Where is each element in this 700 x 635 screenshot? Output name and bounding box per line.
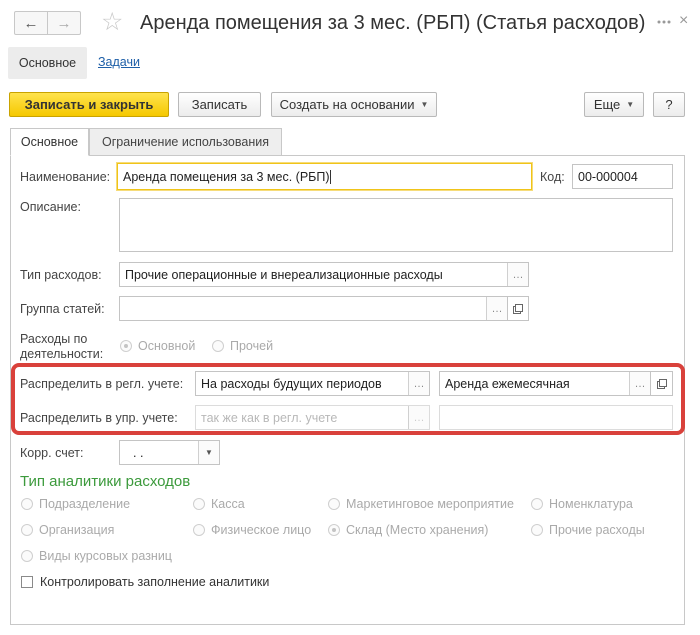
text-cursor xyxy=(329,169,331,184)
radio-icon xyxy=(193,498,205,510)
select-ellipsis-icon[interactable]: … xyxy=(408,406,429,429)
corr-account-label: Корр. счет: xyxy=(20,446,84,460)
radio-icon xyxy=(328,498,340,510)
activity-other-radio[interactable]: Прочей xyxy=(212,339,273,353)
tab-main-section[interactable]: Основное xyxy=(8,47,87,79)
code-value: 00-000004 xyxy=(578,169,638,184)
page-title: Аренда помещения за 3 мес. (РБП) (Статья… xyxy=(140,12,646,34)
tab-usage-restrictions[interactable]: Ограничение использования xyxy=(89,128,282,156)
distribute-mgmt-label: Распределить в упр. учете: xyxy=(20,411,178,425)
analytics-option-label: Склад (Место хранения) xyxy=(346,523,489,537)
analytics-option[interactable]: Организация xyxy=(21,523,114,537)
activity-other-label: Прочей xyxy=(230,339,274,353)
name-input[interactable]: Аренда помещения за 3 мес. (РБП) xyxy=(117,163,532,190)
more-label: Еще xyxy=(593,97,621,112)
control-analytics-checkbox[interactable]: Контролировать заполнение аналитики xyxy=(21,575,269,589)
dropdown-arrow-icon: ▼ xyxy=(626,100,635,109)
activity-label-line1: Расходы по xyxy=(20,332,88,346)
code-input[interactable]: 00-000004 xyxy=(572,164,673,189)
code-label: Код: xyxy=(540,170,565,184)
forward-arrow-icon: → xyxy=(56,14,72,32)
open-icon[interactable] xyxy=(508,296,529,321)
corr-account-select[interactable]: . . ▼ xyxy=(119,440,220,465)
analytics-title: Тип аналитики расходов xyxy=(20,473,191,490)
control-analytics-label: Контролировать заполнение аналитики xyxy=(40,575,270,589)
tab-main[interactable]: Основное xyxy=(10,128,89,156)
dropdown-arrow-icon: ▼ xyxy=(420,100,429,109)
analytics-option-label: Прочие расходы xyxy=(549,523,645,537)
dropdown-arrow-icon[interactable]: ▼ xyxy=(198,441,219,464)
select-ellipsis-icon[interactable]: … xyxy=(507,263,528,286)
create-based-on-button[interactable]: Создать на основании ▼ xyxy=(271,92,437,117)
analytics-option[interactable]: Физическое лицо xyxy=(193,523,311,537)
close-icon[interactable]: × xyxy=(679,12,688,30)
distribute-reg-input[interactable]: На расходы будущих периодов … xyxy=(195,371,430,396)
analytics-option[interactable]: Касса xyxy=(193,497,245,511)
tab-tasks-link[interactable]: Задачи xyxy=(98,55,140,69)
save-and-close-button[interactable]: Записать и закрыть xyxy=(9,92,169,117)
radio-icon xyxy=(212,340,224,352)
analytics-option-label: Маркетинговое мероприятие xyxy=(346,497,514,511)
analytics-option[interactable]: Прочие расходы xyxy=(531,523,645,537)
activity-label-line2: деятельности: xyxy=(20,347,104,361)
select-ellipsis-icon[interactable]: … xyxy=(629,372,650,395)
activity-label: Расходы по деятельности: xyxy=(20,332,103,362)
distribute-mgmt-input[interactable]: так же как в регл. учете … xyxy=(195,405,430,430)
checkbox-icon xyxy=(21,576,33,588)
more-button[interactable]: Еще ▼ xyxy=(584,92,644,117)
activity-main-radio[interactable]: Основной xyxy=(120,339,195,353)
analytics-option-label: Организация xyxy=(39,523,115,537)
analytics-option[interactable]: Подразделение xyxy=(21,497,130,511)
analytics-option-label: Физическое лицо xyxy=(211,523,312,537)
analytics-option[interactable]: Маркетинговое мероприятие xyxy=(328,497,514,511)
forward-button[interactable]: → xyxy=(47,11,81,35)
activity-main-label: Основной xyxy=(138,339,196,353)
create-based-on-label: Создать на основании xyxy=(279,97,415,112)
radio-selected-icon xyxy=(328,524,340,536)
select-ellipsis-icon[interactable]: … xyxy=(408,372,429,395)
group-label: Группа статей: xyxy=(20,302,105,316)
description-label: Описание: xyxy=(20,200,81,214)
corr-account-value: . . xyxy=(133,445,144,460)
distribute-reg-value: На расходы будущих периодов xyxy=(201,376,382,391)
name-value: Аренда помещения за 3 мес. (РБП) xyxy=(123,169,330,184)
select-ellipsis-icon[interactable]: … xyxy=(486,297,507,320)
analytics-option-label: Виды курсовых разниц xyxy=(39,549,172,563)
radio-icon xyxy=(21,498,33,510)
distribute-reg-label: Распределить в регл. учете: xyxy=(20,377,184,391)
more-options-icon[interactable] xyxy=(656,14,672,30)
analytics-option-label: Подразделение xyxy=(39,497,131,511)
radio-icon xyxy=(21,550,33,562)
expense-type-value: Прочие операционные и внереализационные … xyxy=(125,267,443,282)
expense-type-input[interactable]: Прочие операционные и внереализационные … xyxy=(119,262,529,287)
back-button[interactable]: ← xyxy=(14,11,48,35)
save-button[interactable]: Записать xyxy=(178,92,261,117)
radio-icon xyxy=(193,524,205,536)
analytics-option-label: Номенклатура xyxy=(549,497,633,511)
distribute-reg-detail-input[interactable]: Аренда ежемесячная … xyxy=(439,371,651,396)
distribute-mgmt-detail-input[interactable] xyxy=(439,405,673,430)
analytics-option[interactable]: Номенклатура xyxy=(531,497,633,511)
favorite-star-icon[interactable]: ☆ xyxy=(101,7,123,37)
distribute-mgmt-placeholder: так же как в регл. учете xyxy=(201,410,338,425)
open-icon[interactable] xyxy=(651,371,673,396)
radio-icon xyxy=(21,524,33,536)
name-label: Наименование: xyxy=(20,170,111,184)
radio-selected-icon xyxy=(120,340,132,352)
group-input[interactable]: … xyxy=(119,296,508,321)
analytics-option-label: Касса xyxy=(211,497,245,511)
expense-type-label: Тип расходов: xyxy=(20,268,102,282)
analytics-option[interactable]: Виды курсовых разниц xyxy=(21,549,172,563)
radio-icon xyxy=(531,498,543,510)
help-button[interactable]: ? xyxy=(653,92,685,117)
analytics-option-selected[interactable]: Склад (Место хранения) xyxy=(328,523,488,537)
back-arrow-icon: ← xyxy=(23,14,39,32)
description-textarea[interactable] xyxy=(119,198,673,252)
radio-icon xyxy=(531,524,543,536)
distribute-reg-detail-value: Аренда ежемесячная xyxy=(445,376,570,391)
